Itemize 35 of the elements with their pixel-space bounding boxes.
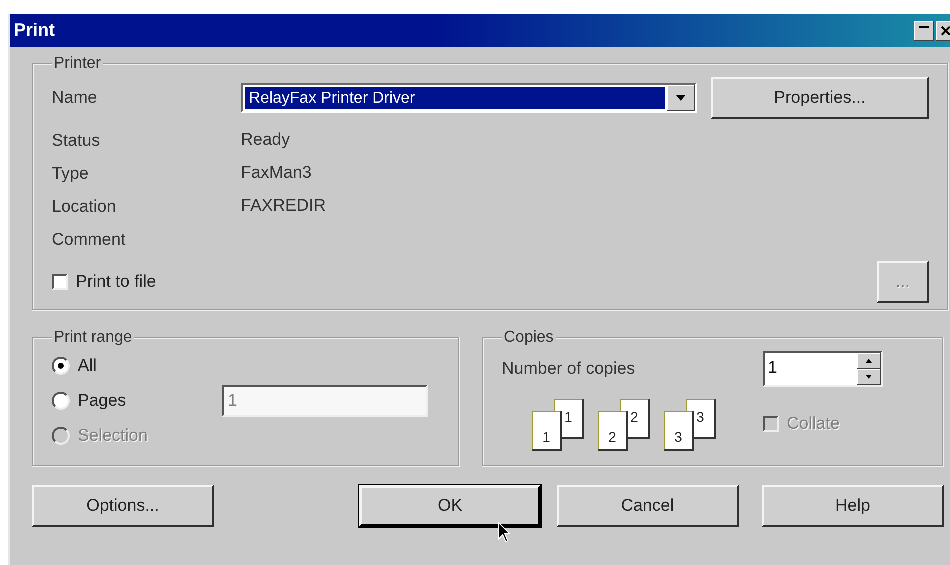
radio-label[interactable]: Pages	[78, 391, 126, 411]
minimize-button[interactable]	[914, 20, 934, 40]
field-label: Location	[52, 197, 118, 217]
dialog-button[interactable]: Options...	[32, 485, 214, 527]
checkbox[interactable]	[52, 274, 68, 290]
up-arrow-icon	[866, 359, 872, 363]
close-button[interactable]	[936, 20, 950, 40]
collate-pages-drawing: 1 1 2 2 3 3	[502, 393, 720, 455]
group-label: Print range	[53, 329, 134, 347]
properties-button[interactable]: Properties...	[711, 77, 929, 119]
field-label: Type	[52, 164, 90, 184]
group-label: Printer	[53, 55, 102, 73]
dialog-button[interactable]: Cancel	[556, 485, 739, 527]
window-title: Print	[14, 20, 56, 41]
copies-spinbox[interactable]: 1	[763, 351, 883, 387]
field-label: Status	[52, 131, 102, 151]
printer-dropdown[interactable]: RelayFax Printer Driver	[241, 83, 697, 113]
dropdown-arrow-icon	[676, 95, 686, 101]
minimize-icon	[919, 26, 929, 28]
close-icon	[940, 24, 950, 36]
down-arrow-icon	[866, 375, 872, 379]
group-label: Copies	[503, 329, 555, 347]
field-label: Name	[52, 88, 98, 108]
field-value: FaxMan3	[241, 163, 313, 184]
checkbox-label[interactable]: Print to file	[76, 272, 156, 292]
field-label: Comment	[52, 230, 127, 250]
radio-label[interactable]: All	[78, 356, 97, 376]
field-value: Ready	[241, 130, 292, 151]
radio-button[interactable]	[52, 357, 70, 375]
dialog-button[interactable]: OK	[359, 485, 542, 527]
dialog-button[interactable]: Help	[762, 485, 944, 527]
radio-button[interactable]	[52, 392, 70, 410]
mouse-pointer-icon	[498, 522, 512, 544]
field-label: Number of copies	[502, 359, 636, 379]
field-value: FAXREDIR	[241, 196, 328, 217]
